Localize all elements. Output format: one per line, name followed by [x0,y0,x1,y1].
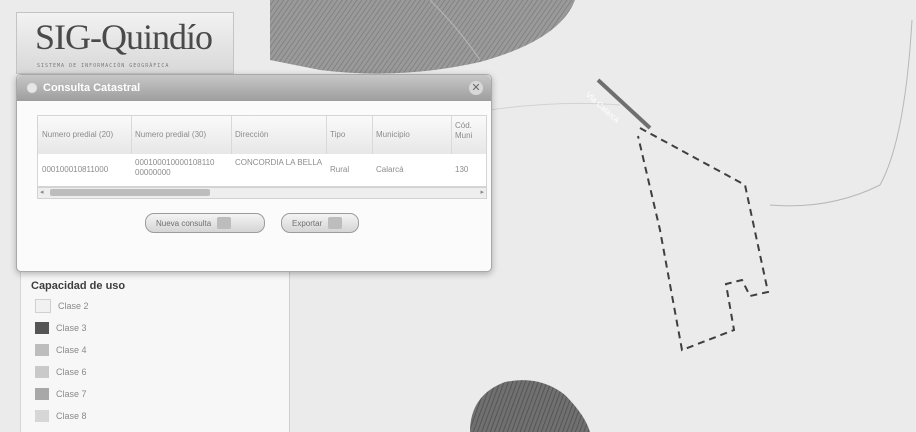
legend-label: Clase 8 [56,411,87,421]
column-separator [231,116,232,154]
scroll-right-icon[interactable]: ▸ [480,188,484,198]
column-separator [326,116,327,154]
table-cell: 000100010000108110 00000000 [135,158,215,177]
legend-item-clase-2: Clase 2 [35,298,89,314]
results-table: Numero predial (20) Numero predial (30) … [37,115,487,187]
column-header[interactable]: Municipio [376,130,446,140]
app-logo: SIG-Quindío SISTEMA DE INFORMACIÓN GEOGR… [16,12,234,74]
logo-subtitle: SISTEMA DE INFORMACIÓN GEOGRÁFICA [37,63,170,69]
export-label: Exportar [292,218,323,228]
close-icon[interactable]: ✕ [469,81,483,95]
table-cell: Calarcá [376,165,404,174]
dialog-title: Consulta Catastral [43,82,141,94]
parcel-boundary [637,127,770,352]
column-header[interactable]: Dirección [235,130,323,140]
legend-item-clase-4: Clase 4 [35,342,87,358]
scrollbar-thumb[interactable] [50,189,210,196]
logo-title: SIG-Quindío [35,17,213,57]
legend-heading: Capacidad de uso [31,280,126,292]
cadastral-query-dialog: Consulta Catastral ✕ Numero predial (20)… [16,74,492,272]
legend-swatch [35,299,51,313]
column-header[interactable]: Numero predial (20) [42,130,128,140]
column-header[interactable]: Numero predial (30) [135,130,229,140]
legend-label: Clase 4 [56,345,87,355]
table-header: Numero predial (20) Numero predial (30) … [38,116,486,155]
table-row[interactable]: 000100010811000 000100010000108110 00000… [38,154,486,186]
legend-panel: Capacidad de uso Clase 2 Clase 3 Clase 4… [20,268,290,432]
table-cell: 130 [455,165,469,174]
land-polygon-bottom [470,380,590,432]
new-query-button[interactable]: Nueva consulta [145,213,265,233]
export-button[interactable]: Exportar [281,213,359,233]
table-cell: CONCORDIA LA BELLA [235,158,323,167]
legend-item-clase-8: Clase 8 [35,408,87,424]
scroll-left-icon[interactable]: ◂ [40,188,44,198]
legend-item-clase-6: Clase 6 [35,364,87,380]
legend-item-clase-3: Clase 3 [35,320,87,336]
map-line-2 [769,19,913,207]
table-cell: Rural [330,165,350,174]
legend-label: Clase 7 [56,389,87,399]
column-header[interactable]: Tipo [330,130,370,140]
dialog-icon [27,83,37,93]
horizontal-scrollbar[interactable]: ◂ ▸ [37,187,487,199]
column-header[interactable]: Cód. Muni [455,121,481,141]
legend-swatch [35,366,49,378]
legend-swatch [35,344,49,356]
legend-label: Clase 2 [58,301,89,311]
legend-swatch [35,388,49,400]
export-icon [328,217,343,229]
legend-swatch [35,322,49,334]
legend-swatch [35,410,49,422]
legend-label: Clase 3 [56,323,87,333]
legend-item-clase-7: Clase 7 [35,386,87,402]
table-cell: 000100010811000 [42,165,109,174]
column-separator [451,116,452,154]
new-query-label: Nueva consulta [156,218,212,228]
legend-label: Clase 6 [56,367,87,377]
column-separator [131,116,132,154]
land-polygon-top [270,0,575,74]
dialog-header[interactable]: Consulta Catastral ✕ [17,75,491,101]
search-icon [217,217,232,229]
column-separator [372,116,373,154]
